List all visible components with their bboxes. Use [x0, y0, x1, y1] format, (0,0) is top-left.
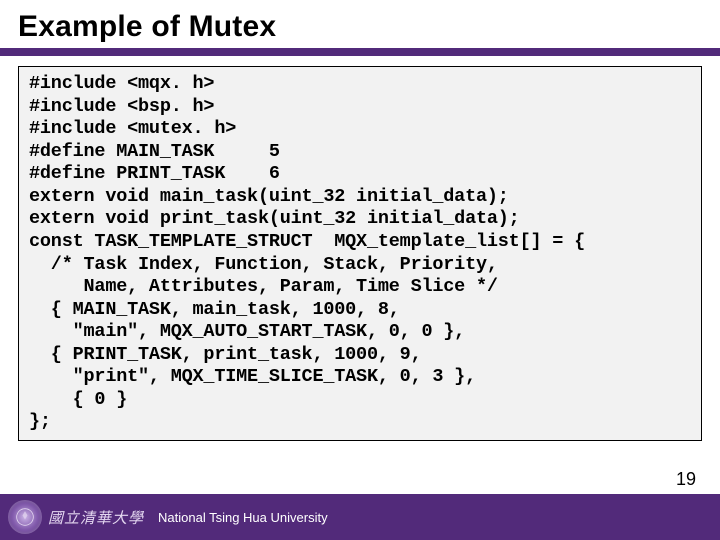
slide-title: Example of Mutex [18, 10, 702, 44]
crest-icon [15, 507, 35, 527]
university-name-english: National Tsing Hua University [158, 510, 328, 525]
footer-bar: 國立清華大學 National Tsing Hua University [0, 494, 720, 540]
page-number: 19 [676, 469, 696, 490]
university-name-chinese: 國立清華大學 [48, 507, 144, 528]
code-listing: #include <mqx. h> #include <bsp. h> #inc… [18, 66, 702, 441]
university-emblem-icon [8, 500, 42, 534]
title-underline [0, 48, 720, 56]
slide: Example of Mutex #include <mqx. h> #incl… [0, 0, 720, 540]
